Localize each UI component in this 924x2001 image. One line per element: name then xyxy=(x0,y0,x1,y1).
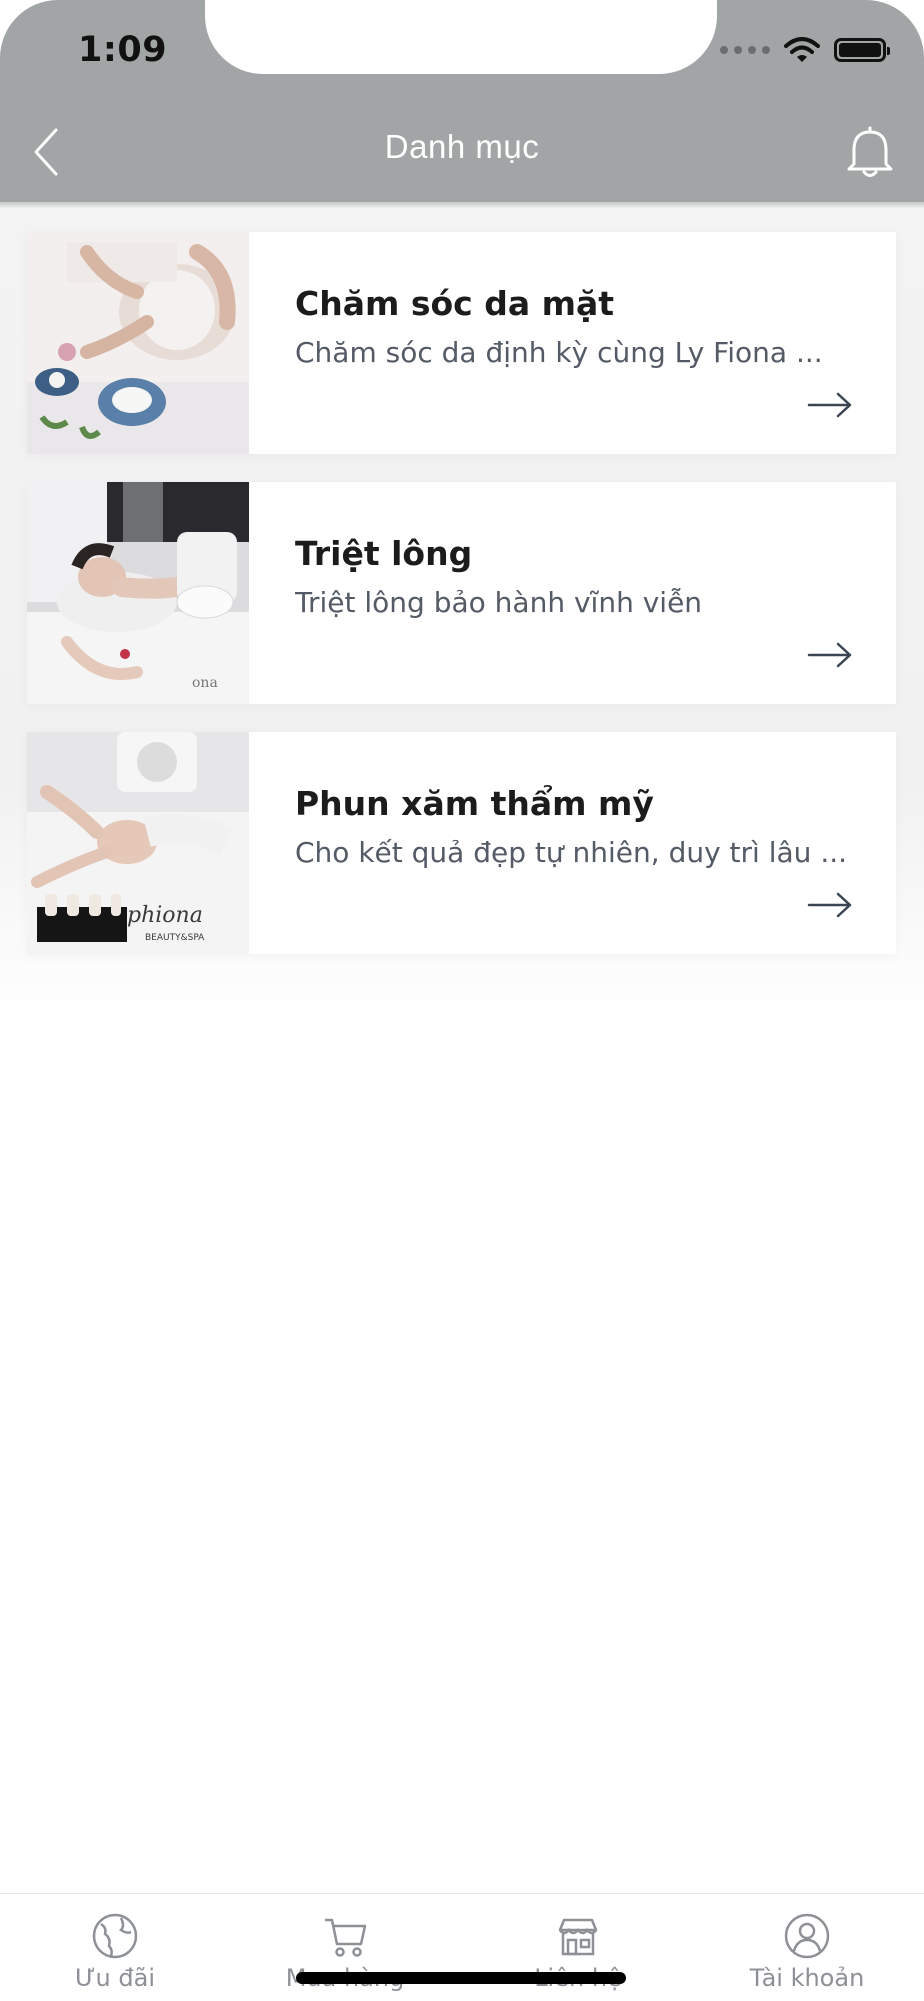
store-icon xyxy=(558,1918,598,1956)
tab-promotions[interactable]: Ưu đãi xyxy=(25,1894,205,2001)
category-title: Phun xăm thẩm mỹ xyxy=(295,784,654,823)
status-bar: 1:09 xyxy=(0,0,924,98)
notch xyxy=(205,0,717,74)
arrow-right-icon[interactable] xyxy=(807,892,853,918)
hair-removal-image: ona xyxy=(27,482,249,704)
svg-text:ona: ona xyxy=(192,675,218,691)
arrow-right-icon[interactable] xyxy=(807,392,853,418)
tab-label: Ưu đãi xyxy=(74,1964,156,1992)
page-title: Danh mục xyxy=(384,128,540,165)
status-icons xyxy=(720,36,890,64)
cosmetic-tattoo-image: phiona BEAUTY&SPA xyxy=(27,732,249,954)
category-card-facial[interactable]: Chăm sóc da mặt Chăm sóc da định kỳ cùng… xyxy=(27,232,896,454)
home-indicator xyxy=(296,1972,626,1984)
bell-icon[interactable] xyxy=(840,122,900,182)
category-description: Cho kết quả đẹp tự nhiên, duy trì lâu ..… xyxy=(295,836,848,869)
tab-account[interactable]: Tài khoản xyxy=(717,1894,897,2001)
svg-text:BEAUTY&SPA: BEAUTY&SPA xyxy=(145,933,205,943)
user-icon xyxy=(784,1913,830,1959)
category-list: Chăm sóc da mặt Chăm sóc da định kỳ cùng… xyxy=(0,208,924,1028)
arrow-right-icon[interactable] xyxy=(807,642,853,668)
tab-shopping[interactable]: Mua hàng xyxy=(255,1894,435,2001)
category-title: Triệt lông xyxy=(295,534,473,573)
category-card-cosmetic-tattoo[interactable]: phiona BEAUTY&SPA Phun xăm thẩm mỹ Cho k… xyxy=(27,732,896,954)
category-title: Chăm sóc da mặt xyxy=(295,284,615,323)
battery-icon xyxy=(834,38,890,62)
header-bar: Danh mục xyxy=(0,98,924,202)
bottom-tab-bar: Ưu đãi Mua hàng Liên hệ Tài khoản xyxy=(0,1893,924,2001)
category-description: Chăm sóc da định kỳ cùng Ly Fiona ... xyxy=(295,336,823,369)
facial-care-image xyxy=(27,232,249,454)
category-description: Triệt lông bảo hành vĩnh viễn xyxy=(295,586,703,619)
wifi-icon xyxy=(784,37,820,62)
tab-contact[interactable]: Liên hệ xyxy=(488,1894,668,2001)
tab-label: Tài khoản xyxy=(749,1964,865,1992)
svg-text:phiona: phiona xyxy=(127,903,203,928)
signal-icon xyxy=(720,46,770,54)
globe-icon xyxy=(92,1913,138,1959)
category-card-hair-removal[interactable]: ona Triệt lông Triệt lông bảo hành vĩnh … xyxy=(27,482,896,704)
cart-icon xyxy=(325,1918,367,1957)
status-time: 1:09 xyxy=(78,30,168,70)
